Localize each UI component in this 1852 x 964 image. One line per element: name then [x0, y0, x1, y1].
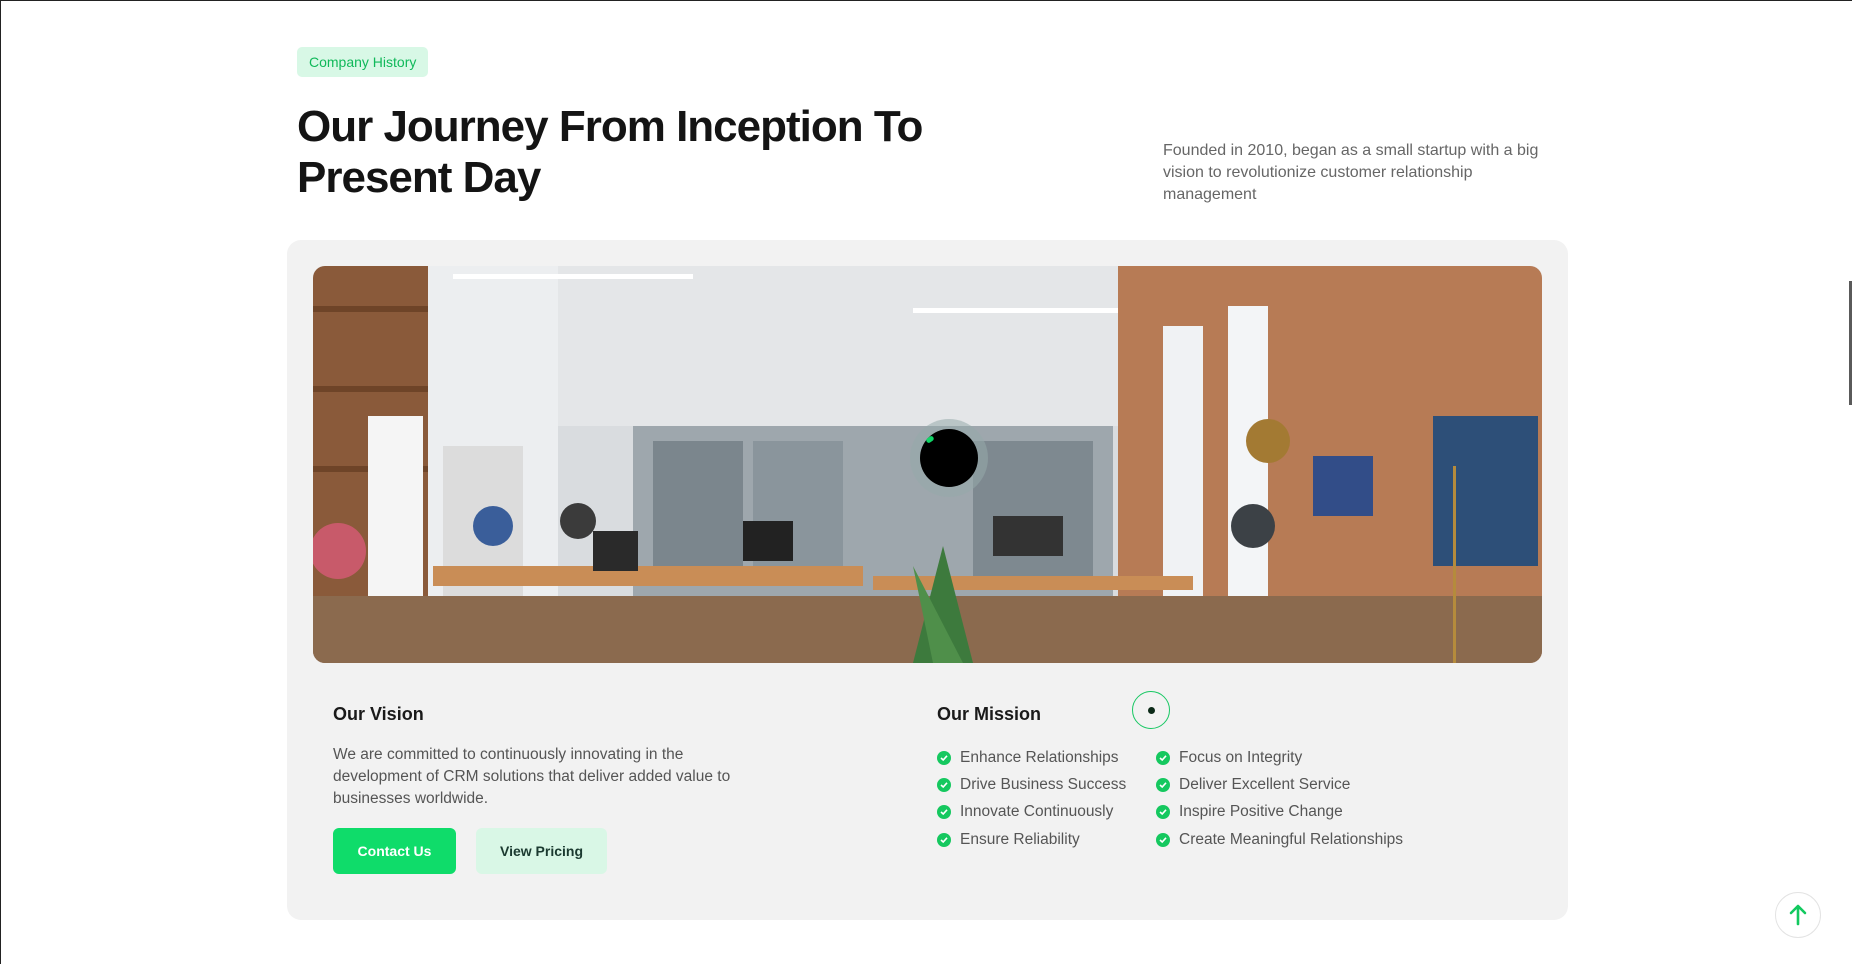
scroll-to-top-button[interactable] — [1775, 892, 1821, 938]
mission-item: Innovate Continuously — [937, 799, 1126, 826]
check-icon — [1156, 805, 1170, 820]
vision-title: Our Vision — [333, 704, 424, 724]
mission-list-left: Enhance Relationships Drive Business Suc… — [937, 744, 1126, 854]
mission-item-label: Ensure Reliability — [960, 830, 1080, 848]
page-title: Our Journey From Inception To Present Da… — [297, 102, 923, 202]
check-icon — [1156, 778, 1170, 793]
mission-item-label: Focus on Integrity — [1179, 748, 1303, 766]
mission-item: Create Meaningful Relationships — [1156, 826, 1403, 853]
mission-item-label: Deliver Excellent Service — [1179, 776, 1351, 794]
mission-item-label: Inspire Positive Change — [1179, 803, 1343, 821]
cursor-ring — [1132, 691, 1170, 729]
check-icon — [937, 805, 951, 820]
mission-item-label: Drive Business Success — [960, 776, 1127, 794]
mission-item: Drive Business Success — [937, 771, 1126, 798]
arrow-up-icon — [1789, 904, 1807, 926]
mission-item-label: Create Meaningful Relationships — [1179, 830, 1404, 848]
cursor-dot — [1147, 706, 1155, 714]
mission-item: Inspire Positive Change — [1156, 799, 1403, 826]
mission-item: Ensure Reliability — [937, 826, 1126, 853]
play-icon — [920, 429, 978, 487]
contact-us-button[interactable]: Contact Us — [333, 828, 456, 874]
check-icon — [1156, 832, 1170, 847]
check-icon — [937, 778, 951, 793]
mission-list-right: Focus on Integrity Deliver Excellent Ser… — [1156, 744, 1403, 854]
mission-item-label: Innovate Continuously — [960, 803, 1114, 821]
mission-item: Focus on Integrity — [1156, 744, 1403, 771]
check-icon — [1156, 750, 1170, 765]
history-card: Our Vision We are committed to continuou… — [287, 240, 1568, 920]
intro-text: Founded in 2010, began as a small startu… — [1163, 142, 1539, 203]
view-pricing-button[interactable]: View Pricing — [476, 828, 607, 874]
mission-item: Deliver Excellent Service — [1156, 771, 1403, 798]
mission-item-label: Enhance Relationships — [960, 748, 1119, 766]
mission-item: Enhance Relationships — [937, 744, 1126, 771]
section-badge: Company History — [297, 47, 429, 77]
play-video-button[interactable] — [910, 419, 988, 497]
office-photo — [313, 266, 1542, 663]
check-icon — [937, 750, 951, 765]
check-icon — [937, 832, 951, 847]
vision-text: We are committed to continuously innovat… — [333, 746, 731, 807]
mission-title: Our Mission — [937, 704, 1042, 724]
